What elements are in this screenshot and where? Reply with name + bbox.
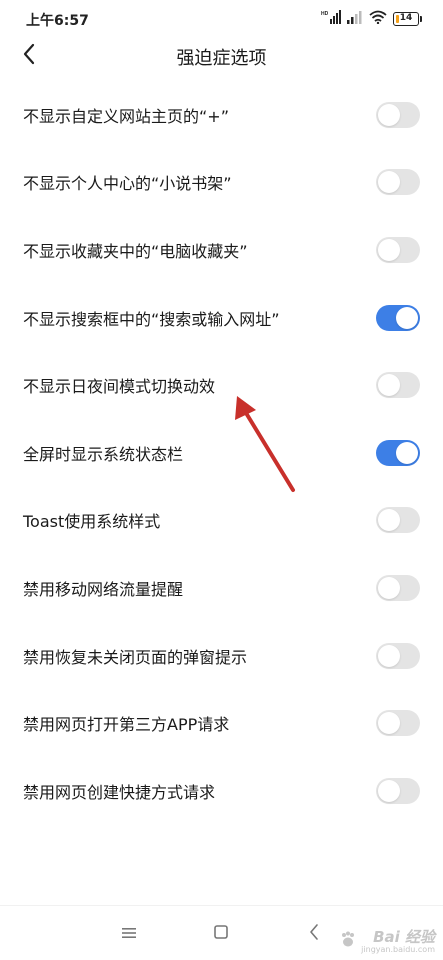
toggle-switch[interactable] bbox=[376, 439, 420, 466]
menu-icon bbox=[121, 925, 137, 944]
setting-row[interactable]: 全屏时显示系统状态栏 bbox=[0, 419, 443, 487]
toggle-knob bbox=[378, 779, 400, 802]
toggle-knob bbox=[396, 306, 418, 329]
toggle-knob bbox=[378, 644, 400, 667]
setting-label: 不显示收藏夹中的“电脑收藏夹” bbox=[23, 241, 248, 261]
setting-row[interactable]: 禁用网页打开第三方APP请求 bbox=[0, 689, 443, 757]
battery-tip bbox=[420, 15, 422, 22]
back-icon bbox=[308, 923, 320, 945]
nav-bar: Bai 经验 jingyan.baidu.com bbox=[0, 905, 443, 960]
nav-home-button[interactable] bbox=[207, 920, 235, 948]
battery-level: 14 bbox=[399, 12, 413, 23]
watermark-brand: Bai 经验 bbox=[373, 927, 435, 946]
watermark-url: jingyan.baidu.com bbox=[361, 944, 435, 954]
setting-row[interactable]: Toast使用系统样式 bbox=[0, 487, 443, 555]
battery-icon: 14 bbox=[393, 11, 422, 26]
home-icon bbox=[213, 924, 229, 944]
setting-row[interactable]: 禁用移动网络流量提醒 bbox=[0, 554, 443, 622]
toggle-knob bbox=[378, 576, 400, 599]
watermark-text: Bai 经验 jingyan.baidu.com bbox=[361, 927, 435, 954]
toggle-knob bbox=[396, 441, 418, 464]
setting-label: 禁用移动网络流量提醒 bbox=[23, 579, 184, 599]
toggle-knob bbox=[378, 171, 400, 194]
setting-label: 全屏时显示系统状态栏 bbox=[23, 444, 184, 464]
toggle-switch[interactable] bbox=[376, 777, 420, 804]
toggle-knob bbox=[378, 238, 400, 261]
setting-row[interactable]: 禁用网页创建快捷方式请求 bbox=[0, 757, 443, 825]
setting-label: 不显示自定义网站主页的“+” bbox=[23, 106, 229, 126]
setting-row[interactable]: 不显示个人中心的“小说书架” bbox=[0, 149, 443, 217]
toggle-switch[interactable] bbox=[376, 574, 420, 601]
toggle-knob bbox=[378, 712, 400, 735]
setting-row[interactable]: 不显示自定义网站主页的“+” bbox=[0, 81, 443, 149]
toggle-knob bbox=[378, 374, 400, 397]
setting-row[interactable]: 禁用恢复未关闭页面的弹窗提示 bbox=[0, 622, 443, 690]
status-bar: 上午6:57 HD 14 bbox=[0, 0, 443, 36]
toggle-switch[interactable] bbox=[376, 710, 420, 737]
setting-label: 不显示搜索框中的“搜索或输入网址” bbox=[23, 309, 280, 329]
nav-menu-button[interactable] bbox=[115, 920, 143, 948]
settings-list: 不显示自定义网站主页的“+” 不显示个人中心的“小说书架” 不显示收藏夹中的“电脑收… bbox=[0, 81, 443, 825]
toggle-switch[interactable] bbox=[376, 101, 420, 128]
paw-logo-icon bbox=[338, 930, 358, 953]
hd-signal-icon: HD bbox=[321, 9, 341, 28]
toggle-switch[interactable] bbox=[376, 304, 420, 331]
page-title: 强迫症选项 bbox=[176, 48, 267, 69]
signal-icon bbox=[347, 9, 363, 28]
setting-row[interactable]: 不显示收藏夹中的“电脑收藏夹” bbox=[0, 216, 443, 284]
setting-row[interactable]: 不显示搜索框中的“搜索或输入网址” bbox=[0, 284, 443, 352]
toggle-switch[interactable] bbox=[376, 507, 420, 534]
toggle-switch[interactable] bbox=[376, 642, 420, 669]
setting-label: 禁用网页打开第三方APP请求 bbox=[23, 715, 230, 735]
setting-label: 不显示个人中心的“小说书架” bbox=[23, 174, 232, 194]
status-icons: HD 14 bbox=[321, 9, 422, 28]
wifi-icon bbox=[369, 9, 387, 28]
setting-label: Toast使用系统样式 bbox=[23, 512, 161, 532]
toggle-knob bbox=[378, 509, 400, 532]
nav-back-button[interactable] bbox=[300, 920, 328, 948]
watermark: Bai 经验 jingyan.baidu.com bbox=[338, 927, 435, 954]
toggle-knob bbox=[378, 103, 400, 126]
setting-row[interactable]: 不显示日夜间模式切换动效 bbox=[0, 351, 443, 419]
toggle-switch[interactable] bbox=[376, 169, 420, 196]
toggle-switch[interactable] bbox=[376, 372, 420, 399]
status-time: 上午6:57 bbox=[26, 13, 89, 29]
title-bar: 强迫症选项 bbox=[0, 36, 443, 76]
setting-label: 禁用网页创建快捷方式请求 bbox=[23, 782, 216, 802]
svg-text:HD: HD bbox=[321, 11, 329, 17]
setting-label: 禁用恢复未关闭页面的弹窗提示 bbox=[23, 647, 248, 667]
setting-label: 不显示日夜间模式切换动效 bbox=[23, 377, 216, 397]
toggle-switch[interactable] bbox=[376, 236, 420, 263]
